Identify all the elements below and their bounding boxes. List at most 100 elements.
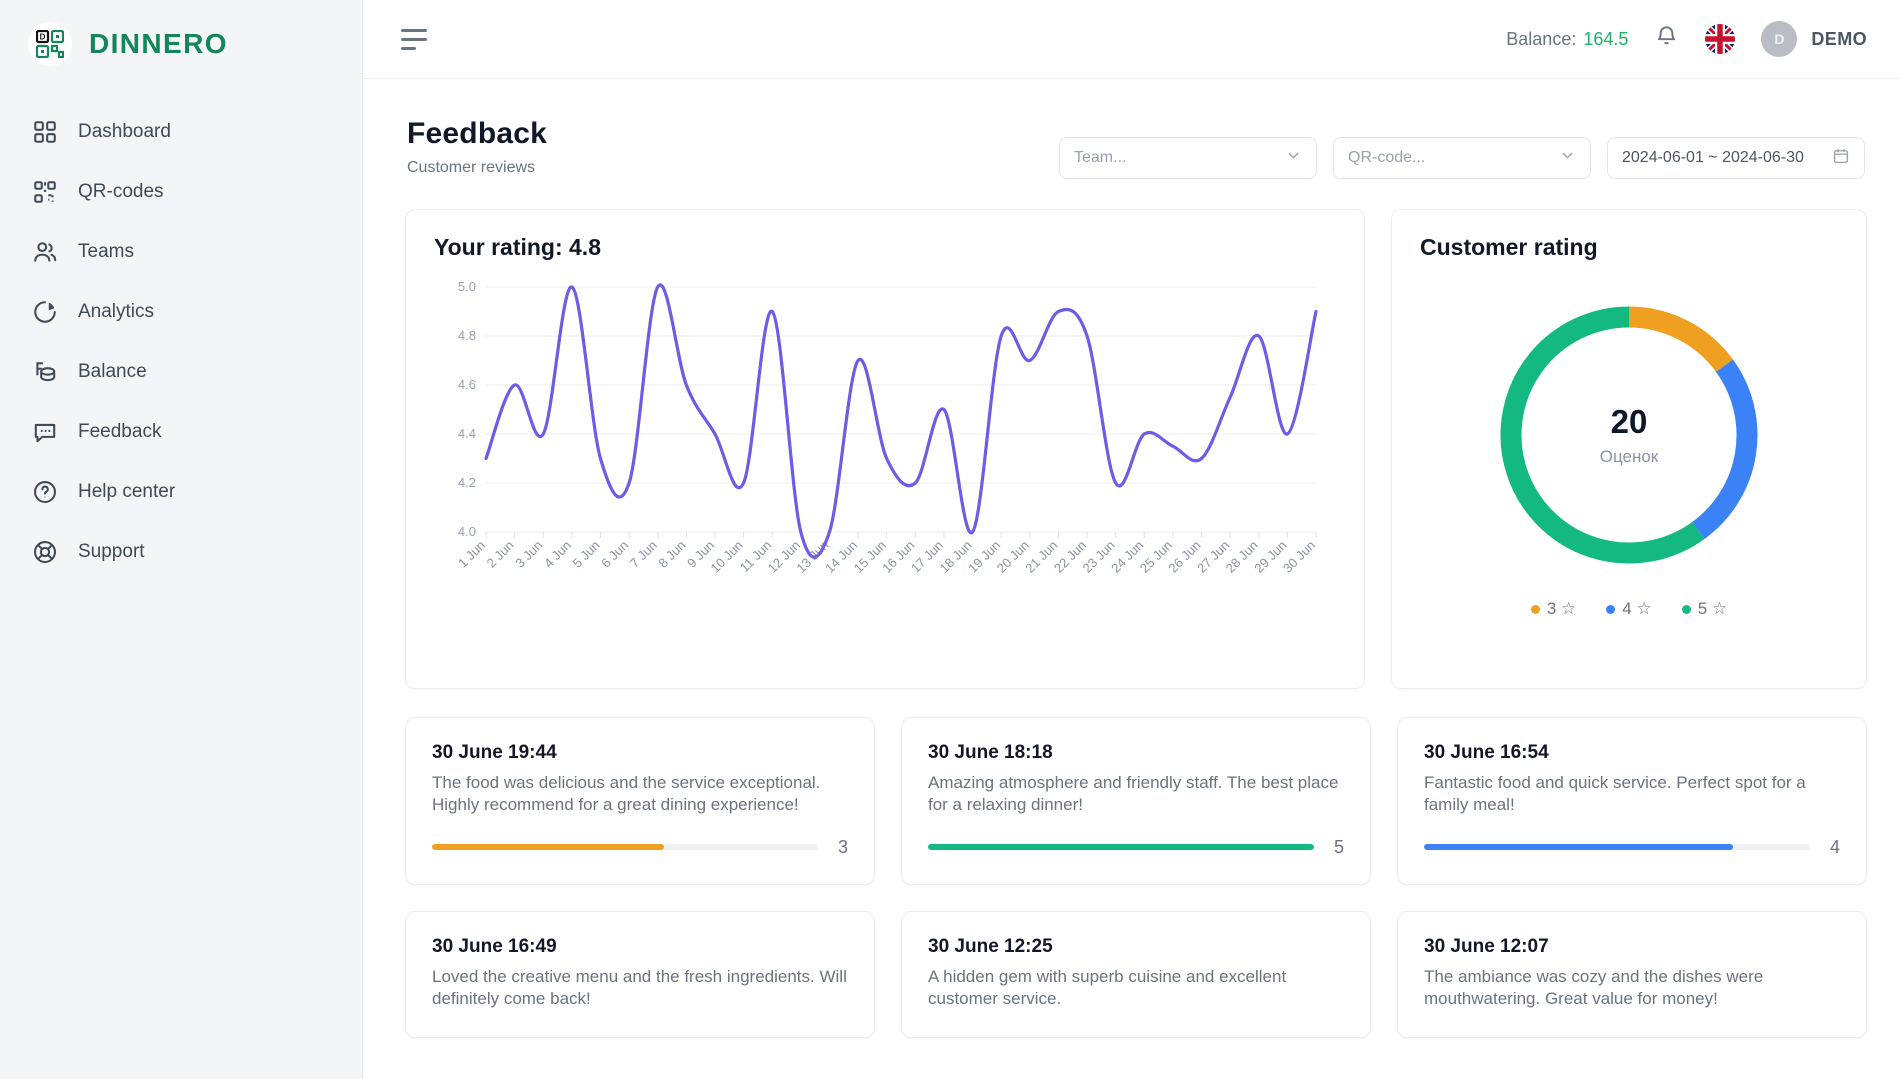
svg-text:6 Jun: 6 Jun xyxy=(598,538,631,571)
review-time: 30 June 12:07 xyxy=(1424,935,1549,957)
sidebar-item-help-center[interactable]: Help center xyxy=(0,462,362,522)
review-card[interactable]: 30 June 16:49 Loved the creative menu and… xyxy=(405,910,875,1038)
svg-text:4.4: 4.4 xyxy=(458,426,476,441)
sidebar-item-teams[interactable]: Teams xyxy=(0,222,362,282)
legend-label: 3 ☆ xyxy=(1546,599,1577,618)
sidebar-item-feedback[interactable]: Feedback xyxy=(0,402,362,462)
donut-total-value: 20 xyxy=(1610,403,1648,440)
users-icon xyxy=(32,239,58,265)
donut-legend: 3 ☆ 4 ☆ 5 ☆ xyxy=(1420,599,1838,619)
review-time: 30 June 16:54 xyxy=(1424,742,1549,763)
review-rating-row: 3 xyxy=(432,837,848,858)
rating-progress-fill xyxy=(432,844,664,851)
bell-icon[interactable] xyxy=(1654,24,1679,54)
page-header: Feedback Customer reviews Team... QR-cod… xyxy=(405,79,1867,179)
svg-text:1 Jun: 1 Jun xyxy=(455,538,488,571)
review-text: Loved the creative menu and the fresh in… xyxy=(432,966,847,1009)
brand-name: DINNERO xyxy=(89,28,228,59)
grid-icon xyxy=(32,119,58,145)
rating-value: 4 xyxy=(1829,836,1840,857)
review-card[interactable]: 30 June 12:07 The ambiance was cozy and t… xyxy=(1397,910,1867,1038)
pie-chart-icon xyxy=(32,299,58,325)
qr-code-icon xyxy=(32,179,58,205)
lifebuoy-icon xyxy=(32,539,58,565)
user-name: DEMO xyxy=(1811,28,1867,49)
page-heading-block: Feedback Customer reviews xyxy=(407,117,547,177)
rating-card-title: Your rating: 4.8 xyxy=(434,234,601,260)
svg-text:D: D xyxy=(40,33,46,42)
rating-progress-bar xyxy=(928,844,1314,851)
rating-progress-bar xyxy=(1424,844,1810,851)
question-circle-icon xyxy=(32,479,58,505)
app-root: D DINNERO Dashboard QR-codes Teams Analy… xyxy=(0,0,1900,1079)
sidebar-item-analytics[interactable]: Analytics xyxy=(0,282,362,342)
customer-rating-donut: 20 Оценок xyxy=(1420,285,1838,585)
sidebar-item-dashboard[interactable]: Dashboard xyxy=(0,102,362,162)
svg-text:2 Jun: 2 Jun xyxy=(484,538,517,571)
main-area: Balance: 164.5 D DEMO Feedback Customer … xyxy=(363,0,1900,1079)
donut-center-text: 20 Оценок xyxy=(1600,403,1659,467)
legend-dot-3-star xyxy=(1530,604,1540,614)
review-card[interactable]: 30 June 18:18 Amazing atmosphere and frie… xyxy=(901,717,1371,885)
team-select-value: Team... xyxy=(1074,149,1127,166)
svg-text:4.0: 4.0 xyxy=(458,524,476,539)
qr-code-select-value: QR-code... xyxy=(1348,149,1426,166)
balance-value: 164.5 xyxy=(1583,28,1629,49)
charts-row: Your rating: 4.8 4.0 4.2 4.4 4.6 4.8 5.0 1 Jun… xyxy=(405,209,1867,689)
date-range-value: 2024-06-01 ~ 2024-06-30 xyxy=(1622,149,1804,166)
rating-line-card: Your rating: 4.8 4.0 4.2 4.4 4.6 4.8 5.0 1 Jun… xyxy=(405,209,1365,689)
chevron-down-icon xyxy=(1285,147,1302,169)
review-time: 30 June 19:44 xyxy=(432,742,557,763)
sidebar-item-balance[interactable]: Balance xyxy=(0,342,362,402)
avatar: D xyxy=(1761,21,1798,57)
review-text: The food was delicious and the service e… xyxy=(432,773,821,815)
donut-total-label: Оценок xyxy=(1599,447,1659,466)
sidebar-item-label: Dashboard xyxy=(78,121,171,142)
qr-code-select[interactable]: QR-code... xyxy=(1333,137,1591,179)
flag-gb-icon[interactable] xyxy=(1705,24,1736,54)
reviews-grid: 30 June 19:44 The food was delicious and … xyxy=(405,717,1867,1038)
qr-logo-icon: D xyxy=(28,22,72,66)
sidebar-item-support[interactable]: Support xyxy=(0,522,362,582)
rating-progress-bar xyxy=(432,844,818,851)
review-card[interactable]: 30 June 12:25 A hidden gem with superb cu… xyxy=(901,910,1371,1038)
review-text: A hidden gem with superb cuisine and exc… xyxy=(928,966,1287,1009)
balance-display: Balance: 164.5 xyxy=(1506,29,1628,50)
sidebar-item-label: Help center xyxy=(78,481,176,502)
svg-text:4.6: 4.6 xyxy=(458,377,476,392)
legend-dot-4-star xyxy=(1606,604,1616,614)
review-card[interactable]: 30 June 16:54 Fantastic food and quick se… xyxy=(1397,717,1867,885)
svg-text:30 Jun: 30 Jun xyxy=(1280,538,1318,576)
sidebar-item-label: Analytics xyxy=(78,301,155,322)
legend-item-5-star[interactable]: 5 ☆ xyxy=(1681,599,1727,619)
sidebar: D DINNERO Dashboard QR-codes Teams Analy… xyxy=(0,0,363,1079)
svg-text:5.0: 5.0 xyxy=(458,279,476,294)
rating-line-chart: 4.0 4.2 4.4 4.6 4.8 5.0 1 Jun 2 Jun 3 Jun 4 Jun 5 … xyxy=(434,277,1336,667)
brand[interactable]: D DINNERO xyxy=(0,8,362,80)
customer-rating-card: Customer rating 20 Оценок 3 ☆ 4 ☆ 5 ☆ xyxy=(1391,209,1867,689)
rating-value: 5 xyxy=(1333,836,1344,857)
legend-item-3-star[interactable]: 3 ☆ xyxy=(1530,599,1577,619)
rating-progress-fill xyxy=(1424,844,1733,851)
user-menu[interactable]: D DEMO xyxy=(1761,21,1867,57)
review-rating-row: 5 xyxy=(928,837,1344,858)
sidebar-item-label: QR-codes xyxy=(78,181,164,202)
sidebar-item-qr-codes[interactable]: QR-codes xyxy=(0,162,362,222)
review-card[interactable]: 30 June 19:44 The food was delicious and … xyxy=(405,717,875,885)
date-range-picker[interactable]: 2024-06-01 ~ 2024-06-30 xyxy=(1607,137,1865,179)
topbar: Balance: 164.5 D DEMO xyxy=(363,0,1900,79)
svg-text:5 Jun: 5 Jun xyxy=(570,538,603,571)
rating-progress-fill xyxy=(928,844,1314,851)
review-time: 30 June 18:18 xyxy=(928,742,1053,763)
customer-rating-title: Customer rating xyxy=(1420,234,1598,260)
balance-label: Balance: xyxy=(1506,28,1577,49)
team-select[interactable]: Team... xyxy=(1059,137,1317,179)
sidebar-item-label: Balance xyxy=(78,361,147,382)
legend-item-4-star[interactable]: 4 ☆ xyxy=(1606,599,1652,619)
svg-text:10 Jun: 10 Jun xyxy=(707,538,745,576)
calendar-icon xyxy=(1832,147,1850,170)
hamburger-icon[interactable] xyxy=(401,28,429,50)
review-time: 30 June 16:49 xyxy=(432,935,557,957)
svg-text:8 Jun: 8 Jun xyxy=(655,538,688,571)
review-text: Fantastic food and quick service. Perfec… xyxy=(1424,773,1806,815)
